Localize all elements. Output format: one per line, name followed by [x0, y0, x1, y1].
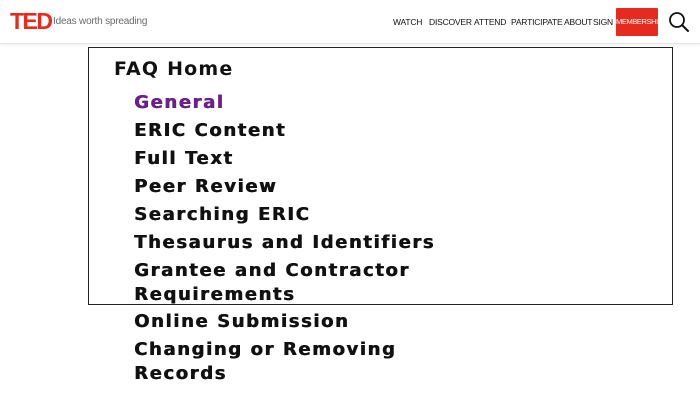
nav-participate[interactable]: PARTICIPATE	[511, 16, 563, 28]
faq-link-line-1: Grantee and Contractor	[134, 260, 410, 281]
nav-watch[interactable]: WATCH	[393, 16, 422, 28]
top-navigation-bar: TED Ideas worth spreading WATCH DISCOVER…	[0, 0, 700, 44]
tagline: Ideas worth spreading	[53, 16, 148, 27]
faq-link-full-text[interactable]: Full Text	[134, 147, 234, 171]
nav-about[interactable]: ABOUT	[564, 16, 592, 28]
faq-home-heading[interactable]: FAQ Home	[114, 58, 234, 80]
faq-link-online-submission[interactable]: Online Submission	[134, 310, 349, 334]
faq-link-eric-content[interactable]: ERIC Content	[134, 119, 286, 143]
nav-discover[interactable]: DISCOVER	[429, 16, 472, 28]
faq-link-changing-or-removing-records[interactable]: Changing or Removing Records	[134, 338, 396, 386]
nav-attend[interactable]: ATTEND	[474, 16, 506, 28]
ted-logo[interactable]: TED	[10, 9, 53, 33]
faq-link-line-2: Requirements	[134, 284, 296, 305]
search-icon[interactable]	[668, 11, 690, 33]
faq-link-searching-eric[interactable]: Searching ERIC	[134, 203, 310, 227]
membership-button[interactable]: MEMBERSHIP	[616, 8, 658, 36]
faq-link-thesaurus-and-identifiers[interactable]: Thesaurus and Identifiers	[134, 231, 435, 255]
faq-link-line-1: Changing or Removing	[134, 339, 397, 360]
faq-link-peer-review[interactable]: Peer Review	[134, 175, 277, 199]
faq-link-line-2: Records	[134, 363, 227, 384]
faq-link-grantee-and-contractor-requirements[interactable]: Grantee and Contractor Requirements	[134, 259, 410, 307]
faq-link-general[interactable]: General	[134, 91, 224, 115]
